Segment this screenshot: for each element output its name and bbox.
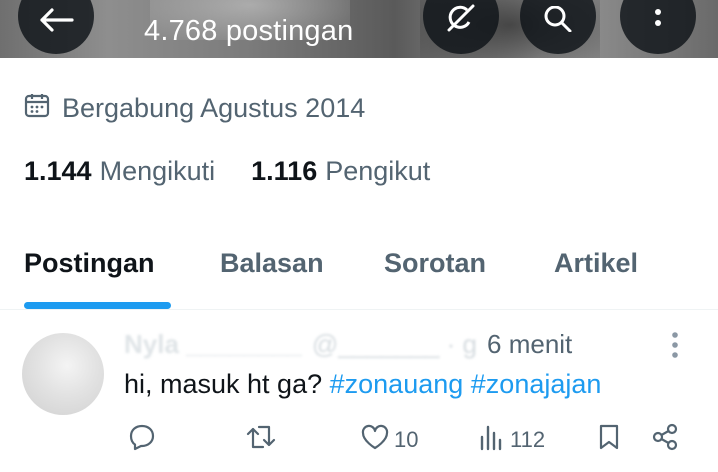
retweet-button[interactable] — [245, 423, 277, 457]
followers-link[interactable]: 1.116 Pengikut — [251, 156, 430, 187]
bookmark-button[interactable] — [597, 423, 621, 457]
more-options-button[interactable] — [620, 0, 696, 54]
author-name-redacted: Nyla ________ — [124, 329, 302, 359]
hashtag-link[interactable]: #zonajajan — [471, 369, 602, 399]
active-tab-indicator — [24, 302, 171, 309]
hashtag-link[interactable]: #zonauang — [330, 369, 464, 399]
tweet[interactable]: Nyla ________ @_______ · g 6 menit hi, m… — [0, 311, 718, 472]
heart-icon — [360, 423, 390, 457]
tweet-time: 6 menit — [487, 329, 573, 359]
tab-articles[interactable]: Artikel — [554, 248, 638, 279]
more-vertical-icon — [654, 8, 662, 32]
post-count: 4.768 postingan — [144, 15, 354, 47]
reply-icon — [128, 423, 156, 457]
grok-icon — [445, 4, 477, 32]
following-label: Mengikuti — [99, 156, 216, 186]
like-button[interactable]: 10 — [360, 423, 418, 457]
avatar[interactable] — [22, 333, 104, 415]
tweet-more-button[interactable] — [670, 331, 680, 364]
back-arrow-icon — [38, 8, 74, 32]
views-count: 112 — [510, 427, 546, 452]
like-count: 10 — [394, 427, 419, 452]
joined-date: Bergabung Agustus 2014 — [24, 92, 365, 125]
calendar-icon — [24, 92, 50, 125]
search-icon — [543, 6, 573, 32]
tab-highlights[interactable]: Sorotan — [384, 248, 486, 279]
tab-posts[interactable]: Postingan — [24, 248, 155, 279]
profile-tabs: Postingan Balasan Sorotan Artikel — [0, 240, 718, 310]
retweet-icon — [245, 423, 277, 457]
tweet-header: Nyla ________ @_______ · g 6 menit — [124, 329, 572, 360]
profile-header: 4.768 postingan — [0, 0, 718, 58]
views-button[interactable]: 112 — [478, 423, 545, 457]
joined-text: Bergabung Agustus 2014 — [62, 93, 366, 123]
tweet-actions: 10 112 — [0, 423, 718, 459]
followers-label: Pengikut — [325, 156, 431, 186]
followers-count: 1.116 — [251, 156, 318, 186]
follow-stats: 1.144 Mengikuti 1.116 Pengikut — [24, 156, 430, 187]
share-icon — [651, 423, 679, 457]
tab-replies[interactable]: Balasan — [220, 248, 324, 279]
reply-button[interactable] — [128, 423, 156, 457]
analytics-icon — [478, 423, 506, 457]
share-button[interactable] — [651, 423, 679, 457]
more-vertical-icon — [670, 332, 680, 363]
tweet-body: hi, masuk ht ga? — [124, 369, 330, 399]
tweet-text: hi, masuk ht ga? #zonauang #zonajajan — [124, 369, 601, 400]
bookmark-icon — [597, 423, 621, 457]
following-link[interactable]: 1.144 Mengikuti — [24, 156, 215, 187]
author-handle-redacted: @_______ · g — [311, 329, 478, 359]
following-count: 1.144 — [24, 156, 92, 186]
back-button[interactable] — [18, 0, 94, 54]
